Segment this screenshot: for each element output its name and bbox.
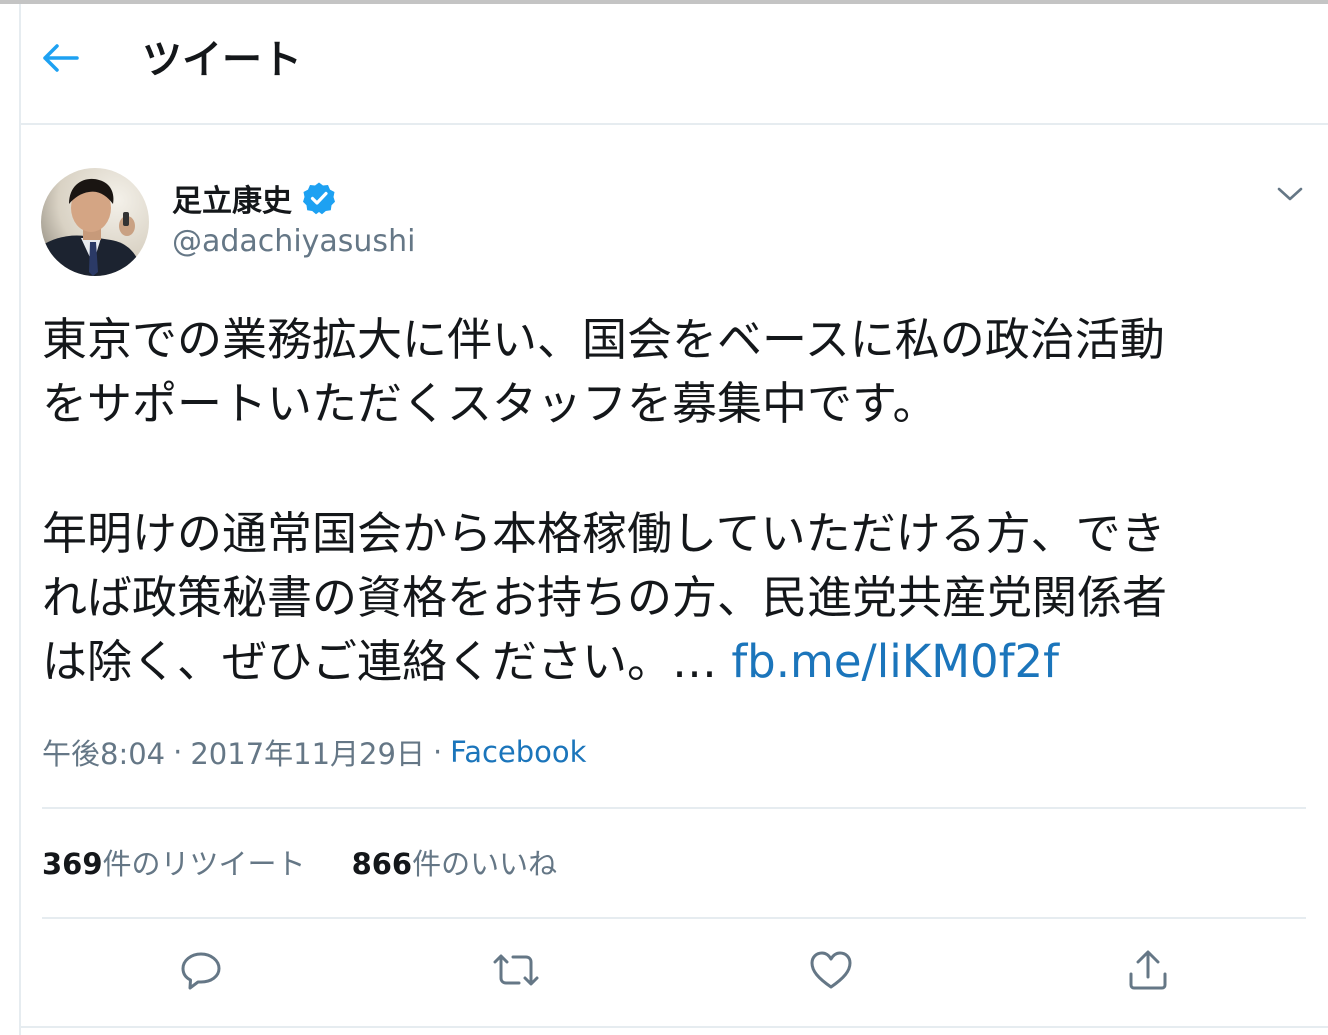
verified-badge-icon	[302, 181, 336, 215]
author-handle[interactable]: @adachiyasushi	[172, 224, 415, 259]
tweet-last-line: は除く、ぜひご連絡ください。… fb.me/liKM0f2f	[42, 630, 1312, 694]
tweet-text: 東京での業務拡大に伴い、国会をベースに私の政治活動 をサポートいただくスタッフを…	[42, 308, 1312, 694]
heart-icon	[808, 948, 854, 996]
column-left-border	[19, 4, 21, 1035]
tweet-text-line: をサポートいただくスタッフを募集中です。	[42, 377, 938, 430]
chevron-down-icon	[1277, 186, 1303, 206]
header-divider	[21, 123, 1328, 125]
retweets-stat[interactable]: 369 件のリツイート	[42, 841, 306, 883]
retweets-count: 369	[42, 847, 103, 881]
arrow-left-icon	[40, 43, 80, 77]
author-name-row[interactable]: 足立康史	[172, 176, 336, 220]
column-bottom-border	[19, 1026, 1328, 1028]
page-title: ツイート	[142, 37, 302, 83]
like-button[interactable]	[805, 946, 857, 998]
avatar[interactable]	[41, 168, 149, 276]
retweets-label: 件のリツイート	[102, 847, 306, 881]
likes-label: 件のいいね	[412, 847, 558, 881]
tweet-stats: 369 件のリツイート 866 件のいいね	[42, 842, 557, 882]
share-icon	[1125, 947, 1171, 997]
tweet-source-link[interactable]: Facebook	[450, 735, 586, 769]
author-name[interactable]: 足立康史	[172, 176, 292, 220]
stats-divider	[42, 917, 1306, 919]
reply-button[interactable]	[175, 946, 227, 998]
tweet-meta: 午後8:04 · 2017年11月29日 · Facebook	[42, 732, 586, 772]
tweet-text-line: 年明けの通常国会から本格稼働していただける方、でき	[42, 507, 1166, 560]
share-button[interactable]	[1122, 946, 1174, 998]
meta-separator: ·	[173, 735, 183, 769]
meta-divider	[42, 807, 1306, 809]
likes-count: 866	[351, 847, 413, 881]
retweet-button[interactable]	[490, 946, 542, 998]
retweet-icon	[491, 948, 541, 996]
window-top-border	[0, 0, 1328, 4]
tweet-time[interactable]: 午後8:04	[42, 731, 165, 773]
meta-separator: ·	[432, 735, 443, 769]
reply-icon	[179, 948, 223, 996]
back-button[interactable]	[38, 38, 82, 82]
likes-stat[interactable]: 866 件のいいね	[352, 841, 558, 883]
tweet-link[interactable]: fb.me/liKM0f2f	[731, 635, 1059, 688]
tweet-menu-button[interactable]	[1270, 176, 1310, 216]
tweet-text-line: れば政策秘書の資格をお持ちの方、民進党共産党関係者	[42, 571, 1168, 624]
tweet-text-fragment: は除く、ぜひご連絡ください。…	[42, 635, 718, 688]
tweet-text-line: 東京での業務拡大に伴い、国会をベースに私の政治活動	[42, 313, 1165, 366]
tweet-date[interactable]: 2017年11月29日	[190, 731, 425, 773]
